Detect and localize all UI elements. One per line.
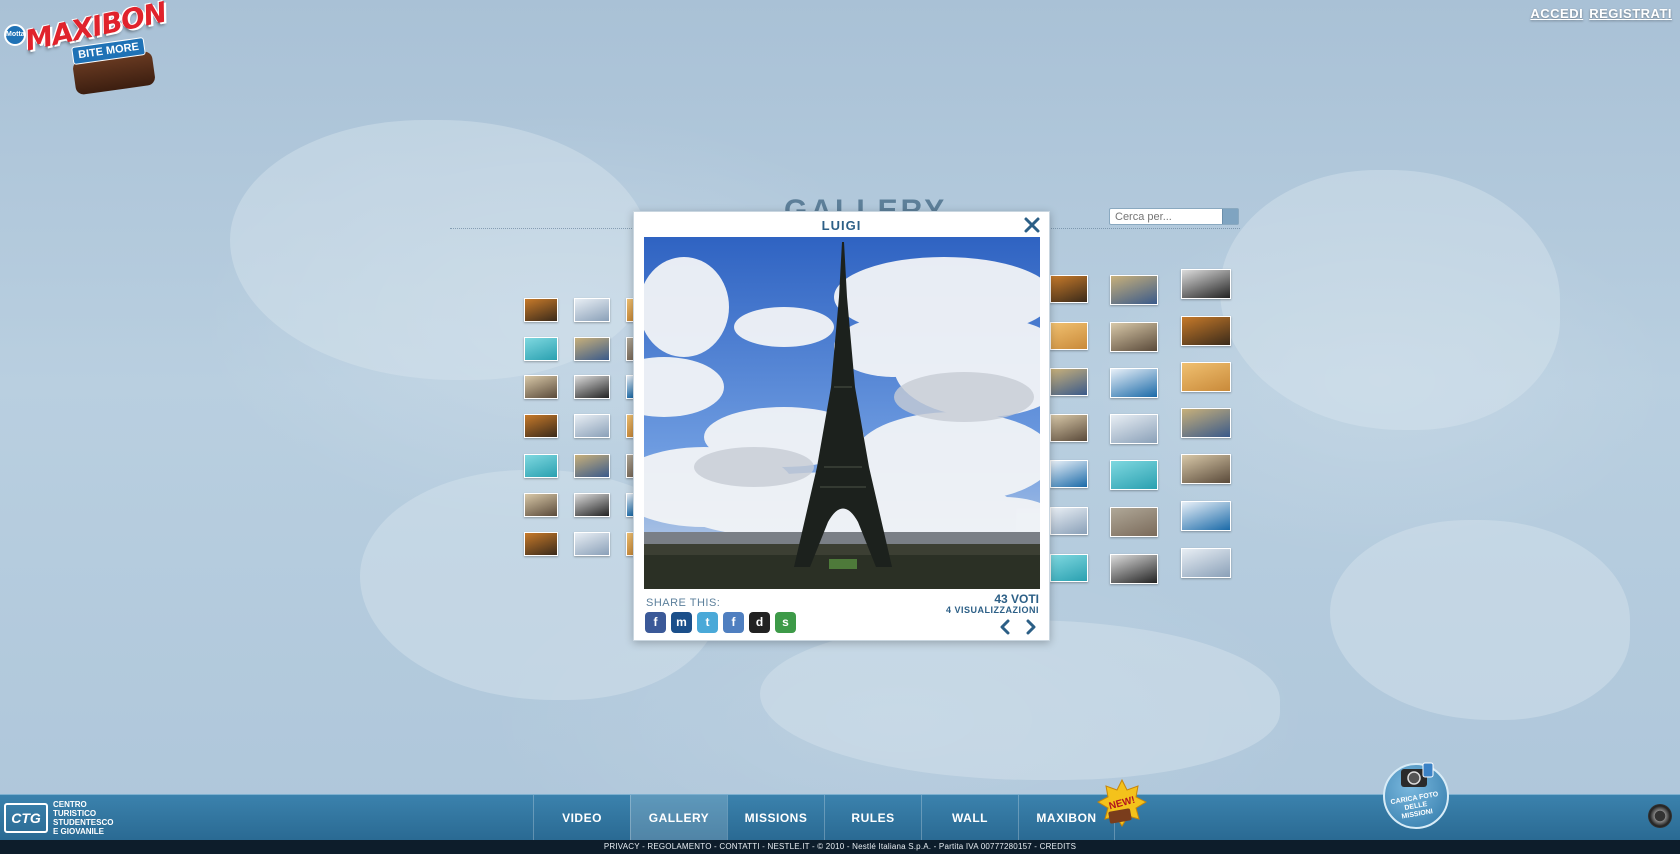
share-glyph: m <box>676 615 687 629</box>
gallery-thumbnail[interactable] <box>524 454 558 478</box>
gallery-thumbnail[interactable] <box>1110 460 1158 490</box>
share-label: SHARE THIS: <box>646 597 721 609</box>
photo-modal: LUIGI SHARE THIS: f m t f d s 43 VOTI 4 … <box>633 211 1050 641</box>
map-landmass <box>1220 170 1560 430</box>
ctg-line: STUDENTESCO <box>53 818 114 827</box>
gallery-thumbnail[interactable] <box>574 454 610 478</box>
gallery-thumbnail[interactable] <box>1181 316 1231 346</box>
gallery-thumbnail[interactable] <box>524 414 558 438</box>
nav-item-missions[interactable]: MISSIONS <box>727 795 824 841</box>
share-glyph: f <box>731 615 736 629</box>
nav-item-rules[interactable]: RULES <box>824 795 921 841</box>
ctg-line: CENTRO <box>53 800 87 809</box>
gallery-thumbnail[interactable] <box>574 532 610 556</box>
gallery-thumbnail[interactable] <box>1181 269 1231 299</box>
nav-item-video[interactable]: VIDEO <box>533 795 630 841</box>
chevron-left-icon[interactable] <box>997 619 1013 635</box>
friendfeed-icon[interactable]: f <box>723 612 744 633</box>
search-box <box>1109 208 1239 225</box>
share-glyph: t <box>705 615 710 629</box>
views-count: 4 VISUALIZZAZIONI <box>945 605 1039 615</box>
nav-item-wall[interactable]: WALL <box>921 795 1018 841</box>
ctg-logo-mark: CTG <box>4 803 48 833</box>
ctg-logo[interactable]: CTG CENTRO TURISTICO STUDENTESCO E GIOVA… <box>4 800 113 836</box>
gallery-thumbnail[interactable] <box>524 532 558 556</box>
gallery-thumbnail[interactable] <box>1110 368 1158 398</box>
motta-badge: Motta <box>4 24 26 46</box>
audio-toggle-icon[interactable] <box>1648 804 1672 828</box>
votes-count: 43 VOTI <box>994 592 1039 606</box>
gallery-thumbnail[interactable] <box>574 337 610 361</box>
ctg-line: E GIOVANILE <box>53 827 104 836</box>
gallery-thumbnail[interactable] <box>1110 414 1158 444</box>
gallery-thumbnail[interactable] <box>1050 460 1088 488</box>
gallery-thumbnail[interactable] <box>1110 554 1158 584</box>
modal-title: LUIGI <box>821 218 862 233</box>
new-badge: NEW! <box>1097 778 1147 827</box>
gallery-thumbnail[interactable] <box>1110 322 1158 352</box>
gallery-thumbnail[interactable] <box>574 298 610 322</box>
nav-item-gallery[interactable]: GALLERY <box>630 795 727 841</box>
share-glyph: s <box>782 615 789 629</box>
search-button[interactable] <box>1222 209 1238 224</box>
gallery-thumbnail[interactable] <box>1181 408 1231 438</box>
gallery-thumbnail[interactable] <box>1110 507 1158 537</box>
gallery-thumbnail[interactable] <box>1181 454 1231 484</box>
gallery-thumbnail[interactable] <box>524 298 558 322</box>
gallery-thumbnail[interactable] <box>524 375 558 399</box>
twitter-icon[interactable]: t <box>697 612 718 633</box>
close-icon[interactable] <box>1023 216 1041 234</box>
eiffel-tower-photo <box>644 237 1040 589</box>
maxibon-logo[interactable]: MAXIBON BITE MORE Motta <box>4 0 169 96</box>
gallery-thumbnail[interactable] <box>524 493 558 517</box>
gallery-thumbnail[interactable] <box>574 375 610 399</box>
upload-text: CARICA FOTO DELLE MISSIONI <box>1383 790 1448 824</box>
account-links: ACCEDI REGISTRATI <box>1530 6 1672 21</box>
stumbleupon-icon[interactable]: s <box>775 612 796 633</box>
facebook-icon[interactable]: f <box>645 612 666 633</box>
gallery-thumbnail[interactable] <box>574 493 610 517</box>
share-glyph: d <box>755 615 764 629</box>
gallery-thumbnail[interactable] <box>1181 548 1231 578</box>
camera-icon <box>1401 762 1434 787</box>
gallery-thumbnail[interactable] <box>1050 414 1088 442</box>
gallery-thumbnail[interactable] <box>1050 368 1088 396</box>
gallery-thumbnail[interactable] <box>574 414 610 438</box>
map-landmass <box>1330 520 1630 720</box>
chevron-right-icon[interactable] <box>1023 619 1039 635</box>
share-buttons: fmtfds <box>645 612 796 633</box>
myspace-icon[interactable]: m <box>671 612 692 633</box>
gallery-thumbnail[interactable] <box>1050 275 1088 303</box>
footer-links: PRIVACY - REGOLAMENTO - CONTATTI - NESTL… <box>0 840 1680 854</box>
upload-photo-button[interactable]: CARICA FOTO DELLE MISSIONI <box>1383 762 1449 829</box>
gallery-thumbnail[interactable] <box>1181 501 1231 531</box>
gallery-thumbnail[interactable] <box>1181 362 1231 392</box>
ctg-logo-text: CENTRO TURISTICO STUDENTESCO E GIOVANILE <box>53 800 113 836</box>
gallery-thumbnail[interactable] <box>524 337 558 361</box>
share-glyph: f <box>653 615 658 629</box>
gallery-thumbnail[interactable] <box>1050 322 1088 350</box>
register-link[interactable]: REGISTRATI <box>1589 6 1672 21</box>
map-landmass <box>760 620 1280 780</box>
gallery-thumbnail[interactable] <box>1050 507 1088 535</box>
main-nav: VIDEO GALLERY MISSIONS RULES WALL MAXIBON <box>533 795 1115 841</box>
gallery-thumbnail[interactable] <box>1110 275 1158 305</box>
delicious-icon[interactable]: d <box>749 612 770 633</box>
gallery-thumbnail[interactable] <box>1050 554 1088 582</box>
ctg-line: TURISTICO <box>53 809 97 818</box>
search-input[interactable] <box>1110 209 1222 224</box>
login-link[interactable]: ACCEDI <box>1530 6 1583 21</box>
